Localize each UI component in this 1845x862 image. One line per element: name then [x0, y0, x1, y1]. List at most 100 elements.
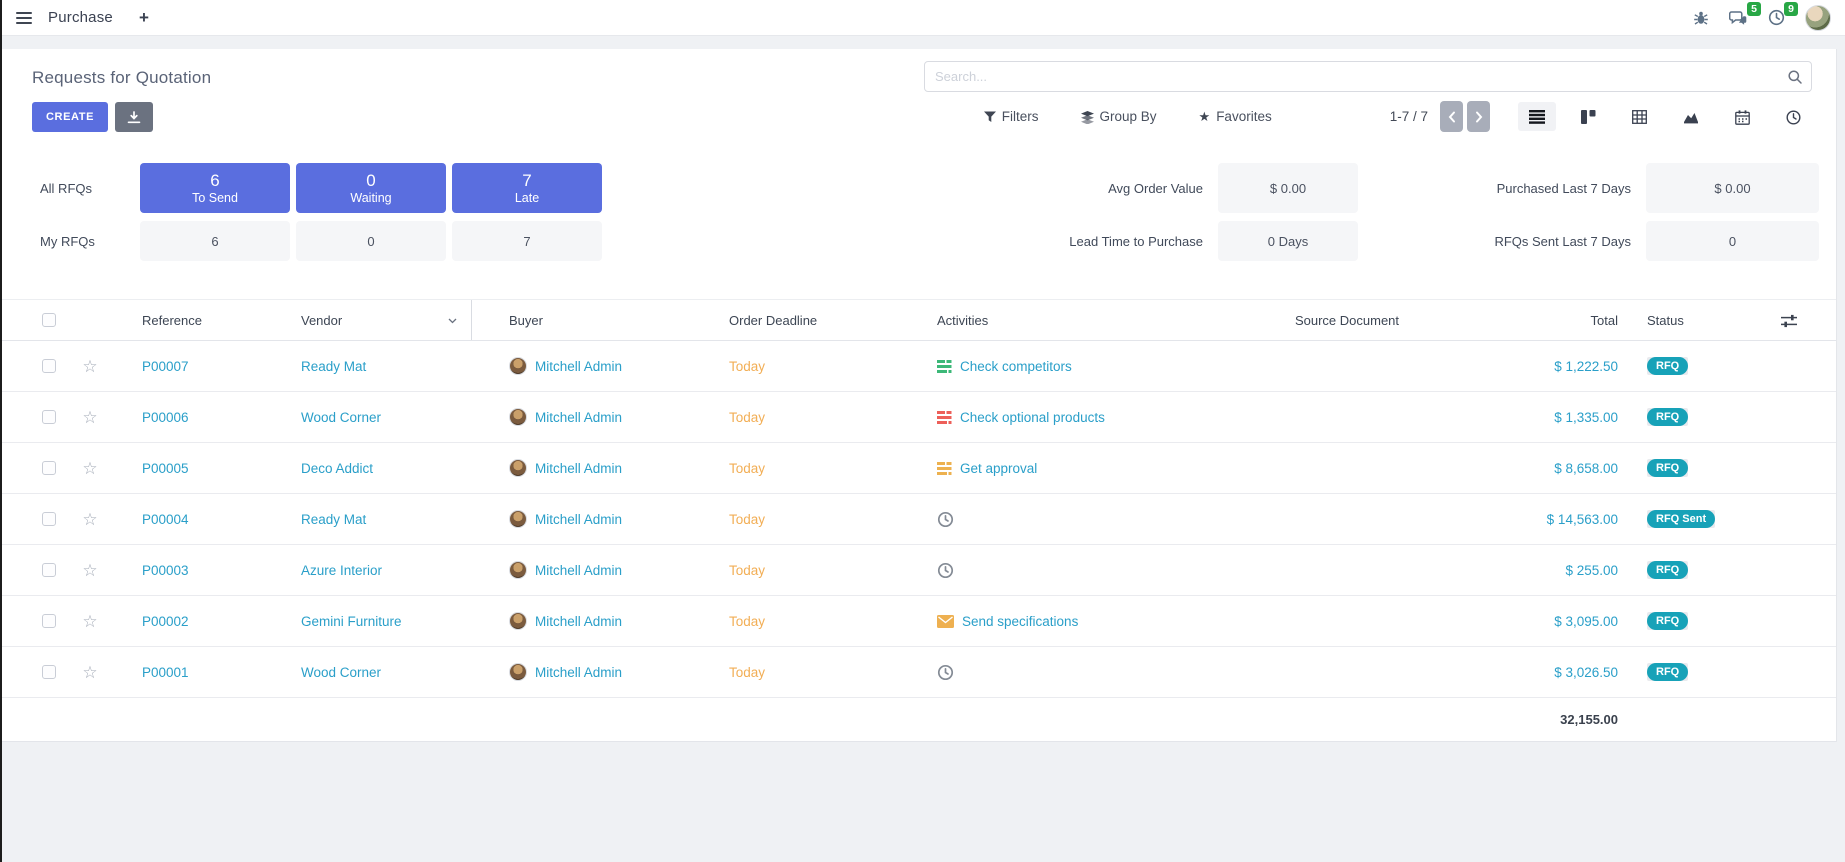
vendor-link[interactable]: Wood Corner: [264, 665, 472, 680]
buyer-link[interactable]: Mitchell Admin: [535, 410, 622, 425]
activity-cell[interactable]: Check optional products: [927, 410, 1232, 425]
pager-next-button[interactable]: [1467, 101, 1490, 132]
activities-clock-icon[interactable]: 9: [1768, 9, 1785, 26]
optional-columns-icon[interactable]: [1742, 312, 1836, 328]
reference-link[interactable]: P00002: [114, 614, 264, 629]
table-row[interactable]: ☆ P00007 Ready Mat Mitchell Admin Today …: [2, 341, 1836, 392]
user-avatar[interactable]: [1805, 5, 1831, 31]
new-tab-icon[interactable]: +: [139, 8, 149, 28]
row-checkbox[interactable]: [42, 410, 56, 424]
rfqs-sent-label: RFQs Sent Last 7 Days: [1373, 234, 1631, 249]
to-send-card[interactable]: 6 To Send: [140, 163, 290, 213]
header-vendor[interactable]: Vendor: [264, 300, 472, 340]
favorites-button[interactable]: ★ Favorites: [1199, 109, 1272, 124]
activity-label[interactable]: Get approval: [960, 461, 1037, 476]
favorite-star-icon[interactable]: ☆: [66, 664, 114, 681]
activity-cell[interactable]: [927, 511, 1232, 528]
favorite-star-icon[interactable]: ☆: [66, 358, 114, 375]
tasks-icon: [937, 360, 952, 373]
lead-time-value: 0 Days: [1218, 221, 1358, 261]
vendor-link[interactable]: Ready Mat: [264, 512, 472, 527]
header-source-document[interactable]: Source Document: [1232, 313, 1462, 328]
favorite-star-icon[interactable]: ☆: [66, 511, 114, 528]
activity-cell[interactable]: Send specifications: [927, 614, 1232, 629]
export-button[interactable]: [115, 102, 153, 132]
favorite-star-icon[interactable]: ☆: [66, 460, 114, 477]
header-buyer[interactable]: Buyer: [472, 313, 712, 328]
graph-view-icon[interactable]: [1672, 102, 1710, 132]
apps-menu-icon[interactable]: [14, 8, 34, 28]
vendor-link[interactable]: Azure Interior: [264, 563, 472, 578]
vendor-link[interactable]: Wood Corner: [264, 410, 472, 425]
reference-link[interactable]: P00001: [114, 665, 264, 680]
reference-link[interactable]: P00005: [114, 461, 264, 476]
activity-cell[interactable]: Check competitors: [927, 359, 1232, 374]
select-all-checkbox[interactable]: [42, 313, 56, 327]
my-to-send-card[interactable]: 6: [140, 221, 290, 261]
header-order-deadline[interactable]: Order Deadline: [712, 313, 927, 328]
search-icon[interactable]: [1787, 68, 1803, 85]
vendor-link[interactable]: Ready Mat: [264, 359, 472, 374]
search-input[interactable]: [924, 61, 1812, 92]
row-checkbox[interactable]: [42, 461, 56, 475]
calendar-view-icon[interactable]: [1724, 101, 1761, 131]
favorite-star-icon[interactable]: ☆: [66, 562, 114, 579]
table-row[interactable]: ☆ P00003 Azure Interior Mitchell Admin T…: [2, 545, 1836, 596]
vendor-link[interactable]: Gemini Furniture: [264, 614, 472, 629]
debug-bug-icon[interactable]: [1693, 9, 1709, 26]
row-checkbox[interactable]: [42, 512, 56, 526]
activity-label[interactable]: Send specifications: [962, 614, 1078, 629]
waiting-card[interactable]: 0 Waiting: [296, 163, 446, 213]
reference-link[interactable]: P00004: [114, 512, 264, 527]
pivot-view-icon[interactable]: [1621, 102, 1658, 132]
messages-icon[interactable]: 5: [1729, 9, 1748, 26]
row-checkbox[interactable]: [42, 665, 56, 679]
favorite-star-icon[interactable]: ☆: [66, 613, 114, 630]
page-title: Requests for Quotation: [32, 68, 211, 88]
funnel-icon: [984, 109, 996, 124]
buyer-link[interactable]: Mitchell Admin: [535, 614, 622, 629]
list-view-icon[interactable]: [1518, 102, 1556, 132]
header-reference[interactable]: Reference: [114, 313, 264, 328]
table-row[interactable]: ☆ P00001 Wood Corner Mitchell Admin Toda…: [2, 647, 1836, 698]
activity-label[interactable]: Check competitors: [960, 359, 1072, 374]
header-activities[interactable]: Activities: [927, 313, 1232, 328]
buyer-link[interactable]: Mitchell Admin: [535, 563, 622, 578]
activity-label[interactable]: Check optional products: [960, 410, 1105, 425]
app-name[interactable]: Purchase: [48, 9, 113, 26]
late-card[interactable]: 7 Late: [452, 163, 602, 213]
buyer-link[interactable]: Mitchell Admin: [535, 665, 622, 680]
table-row[interactable]: ☆ P00005 Deco Addict Mitchell Admin Toda…: [2, 443, 1836, 494]
buyer-avatar: [509, 408, 527, 426]
vendor-link[interactable]: Deco Addict: [264, 461, 472, 476]
row-checkbox[interactable]: [42, 563, 56, 577]
row-checkbox[interactable]: [42, 359, 56, 373]
kanban-view-icon[interactable]: [1570, 102, 1607, 132]
activity-view-icon[interactable]: [1775, 101, 1812, 131]
search-box: [924, 61, 1812, 92]
filters-button[interactable]: Filters: [984, 109, 1039, 124]
create-button[interactable]: CREATE: [32, 102, 108, 132]
my-waiting-card[interactable]: 0: [296, 221, 446, 261]
header-status[interactable]: Status: [1622, 313, 1742, 328]
reference-link[interactable]: P00003: [114, 563, 264, 578]
header-total[interactable]: Total: [1462, 313, 1622, 328]
activity-cell[interactable]: Get approval: [927, 461, 1232, 476]
buyer-link[interactable]: Mitchell Admin: [535, 359, 622, 374]
my-late-card[interactable]: 7: [452, 221, 602, 261]
favorite-star-icon[interactable]: ☆: [66, 409, 114, 426]
row-checkbox[interactable]: [42, 614, 56, 628]
activity-cell[interactable]: [927, 664, 1232, 681]
activity-cell[interactable]: [927, 562, 1232, 579]
group-by-button[interactable]: Group By: [1081, 109, 1157, 124]
buyer-link[interactable]: Mitchell Admin: [535, 512, 622, 527]
order-deadline: Today: [712, 665, 927, 680]
order-deadline: Today: [712, 614, 927, 629]
reference-link[interactable]: P00006: [114, 410, 264, 425]
table-row[interactable]: ☆ P00002 Gemini Furniture Mitchell Admin…: [2, 596, 1836, 647]
table-row[interactable]: ☆ P00006 Wood Corner Mitchell Admin Toda…: [2, 392, 1836, 443]
reference-link[interactable]: P00007: [114, 359, 264, 374]
buyer-link[interactable]: Mitchell Admin: [535, 461, 622, 476]
pager-previous-button[interactable]: [1440, 101, 1463, 132]
table-row[interactable]: ☆ P00004 Ready Mat Mitchell Admin Today …: [2, 494, 1836, 545]
